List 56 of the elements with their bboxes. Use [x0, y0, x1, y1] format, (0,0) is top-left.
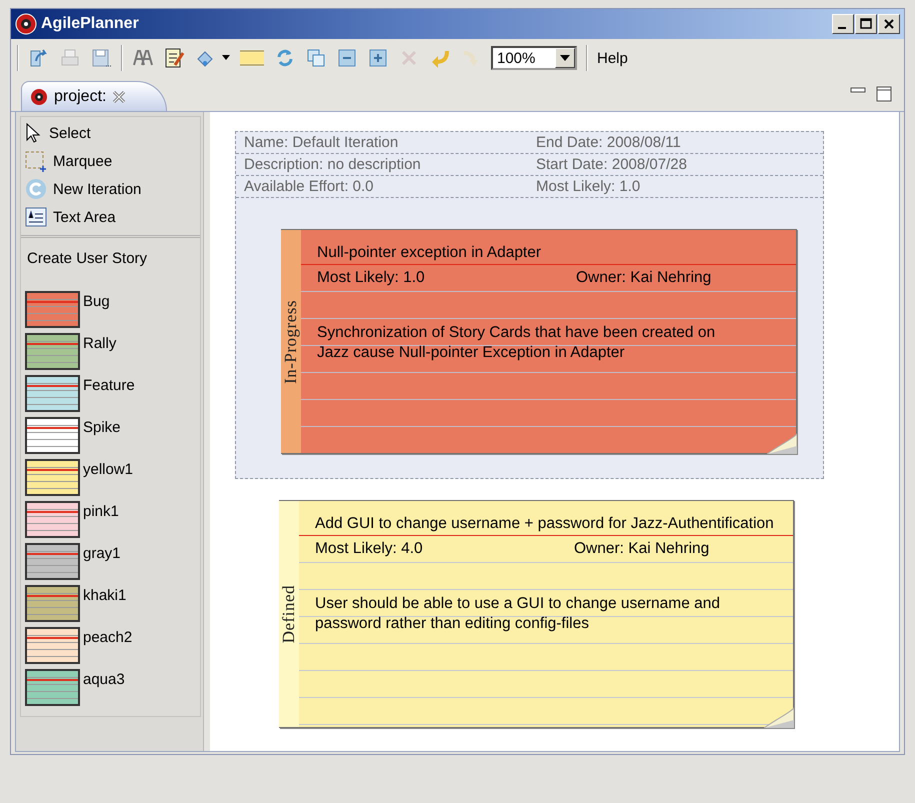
help-menu[interactable]: Help — [597, 50, 628, 66]
palette-tool[interactable]: New Iteration — [25, 177, 142, 201]
expand-icon[interactable] — [367, 47, 389, 69]
save-icon[interactable] — [90, 47, 112, 69]
caret-icon[interactable] — [222, 55, 230, 61]
story-type-item[interactable]: yellow1 — [25, 459, 134, 496]
minimize-button[interactable] — [832, 14, 854, 34]
estimate-text: Most Likely: 4.0 — [315, 540, 424, 558]
maximize-icon[interactable] — [860, 18, 872, 30]
collapse-icon[interactable] — [336, 47, 358, 69]
edit-icon[interactable] — [163, 47, 185, 69]
estimate-text: Most Likely: 1.0 — [317, 269, 426, 287]
owner-text: Owner: Kai Nehring — [576, 269, 712, 287]
story-type-item[interactable]: Rally — [25, 333, 116, 370]
dropdown-arrow-icon[interactable] — [560, 55, 570, 61]
story-card[interactable]: In-Progress Null-pointer exception in Adapter Most Likely: 1.0 Owner: Kai Nehring Synchronization of Story Cards that have been created on Jazz cause Null-pointer Exception in Adapter — [281, 229, 797, 454]
story-type-item[interactable]: Feature — [25, 375, 135, 412]
iteration-field: Start Date: 2008/07/28 — [536, 156, 815, 173]
story-type-item[interactable]: pink1 — [25, 501, 119, 538]
maximize-button[interactable] — [855, 14, 877, 34]
story-type-item[interactable]: Bug — [25, 291, 110, 328]
story-type-item[interactable]: peach2 — [25, 627, 132, 664]
maximize-view-icon[interactable] — [876, 86, 892, 102]
status-label: Defined — [279, 584, 299, 644]
pointer-icon[interactable] — [25, 123, 43, 143]
iteration-field: Available Effort: 0.0 — [244, 178, 536, 195]
palette-tool[interactable]: Marquee — [25, 149, 112, 173]
iteration-field: Most Likely: 1.0 — [536, 178, 815, 195]
marquee-icon[interactable] — [25, 150, 47, 172]
iteration-panel[interactable] — [235, 131, 824, 479]
app-logo-icon — [15, 13, 37, 35]
owner-text: Owner: Kai Nehring — [574, 540, 710, 558]
card-description: User should be able to use a GUI to change username and password rather than editing config-files — [315, 594, 721, 634]
card-title: Null-pointer exception in Adapter — [301, 230, 796, 265]
story-type-item[interactable]: gray1 — [25, 543, 121, 580]
palette-tool[interactable]: Text Area — [25, 205, 116, 229]
status-label: In-Progress — [281, 300, 301, 384]
iteration-field: Description: no description — [244, 156, 536, 173]
story-type-item[interactable]: aqua3 — [25, 669, 125, 706]
iteration-field: End Date: 2008/08/11 — [536, 134, 815, 151]
card-title: Add GUI to change username + password for Jazz-Authentification — [299, 501, 793, 536]
window-title: AgilePlanner — [41, 15, 140, 33]
iteration-field: Name: Default Iteration — [244, 134, 536, 151]
card-description: Synchronization of Story Cards that have been created on Jazz cause Null-pointer Exception in Adapter — [317, 323, 716, 363]
close-icon[interactable] — [883, 18, 895, 30]
palette-tool[interactable]: Select — [25, 121, 91, 145]
editor-tab[interactable]: project: — [21, 81, 168, 111]
story-type-item[interactable]: khaki1 — [25, 585, 126, 622]
story-type-item[interactable]: Spike — [25, 417, 121, 454]
copy-icon[interactable] — [305, 47, 327, 69]
close-button[interactable] — [878, 14, 900, 34]
app-logo-icon — [30, 88, 48, 106]
section-title: Create User Story — [26, 249, 148, 269]
zoom-dropdown[interactable]: 100% — [491, 46, 577, 70]
story-card[interactable] — [279, 500, 794, 728]
text-area-icon[interactable] — [25, 207, 47, 227]
